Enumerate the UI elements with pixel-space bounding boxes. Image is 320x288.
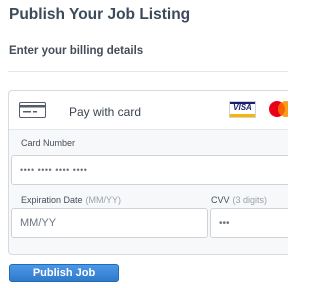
expiration-date-label: Expiration Date (MM/YY) [21, 195, 121, 205]
cvv-label-text: CVV [211, 195, 230, 205]
billing-page: Publish Your Job Listing Enter your bill… [0, 0, 288, 288]
card-number-label-text: Card Number [21, 138, 76, 148]
pay-with-card-header[interactable]: Pay with card VISA [9, 91, 288, 130]
expiration-date-input[interactable] [11, 208, 208, 238]
pay-with-card-label: Pay with card [69, 105, 142, 119]
expiration-hint: (MM/YY) [85, 195, 122, 205]
cvv-label: CVV (3 digits) [211, 195, 267, 205]
section-divider [8, 71, 288, 72]
credit-card-icon [19, 102, 46, 118]
cvv-hint: (3 digits) [232, 195, 268, 205]
card-number-input[interactable] [11, 155, 288, 185]
publish-job-button[interactable]: Publish Job [9, 264, 119, 282]
visa-logo-text: VISA [233, 103, 252, 112]
expiration-label-text: Expiration Date [21, 195, 83, 205]
page-title: Publish Your Job Listing [9, 6, 191, 23]
page-subtitle: Enter your billing details [9, 45, 144, 57]
card-number-label: Card Number [21, 138, 75, 148]
mastercard-icon [269, 101, 288, 117]
visa-icon: VISA [229, 101, 256, 118]
cvv-input[interactable] [210, 208, 288, 238]
